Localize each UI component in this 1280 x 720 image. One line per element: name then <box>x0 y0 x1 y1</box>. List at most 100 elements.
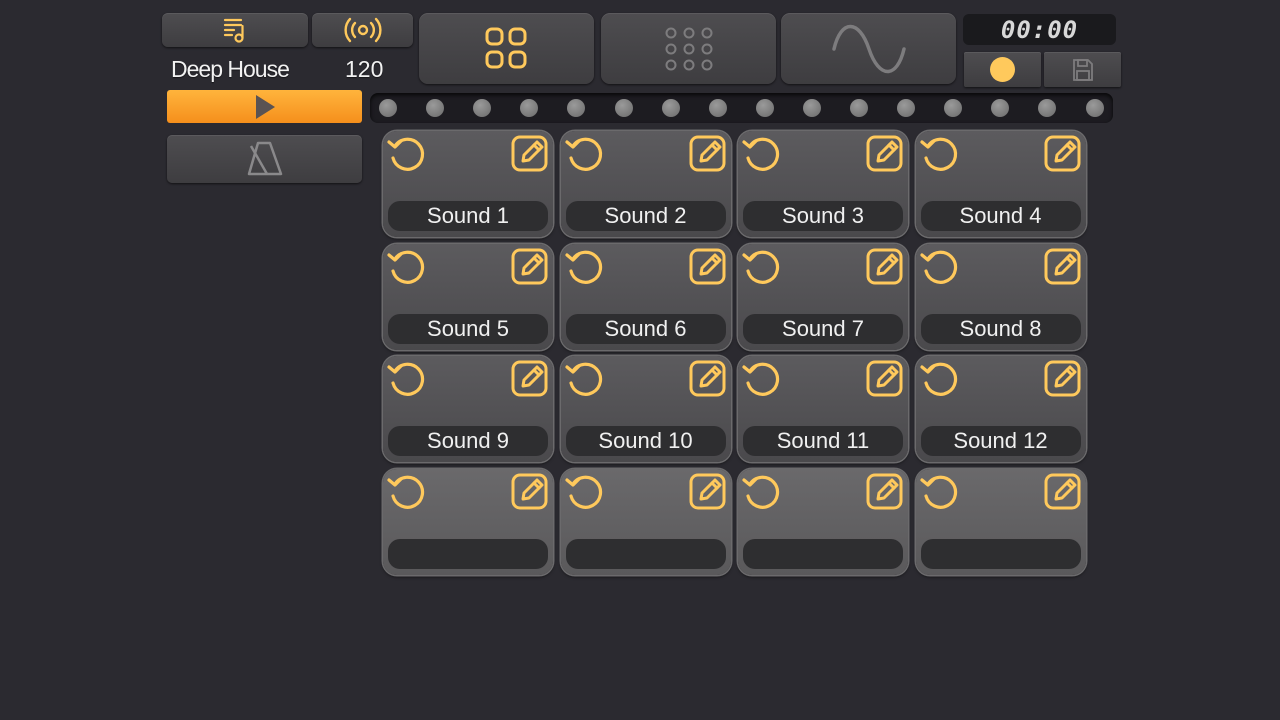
reset-icon[interactable] <box>741 247 783 292</box>
sound-pad[interactable]: Sound 9 <box>383 356 553 463</box>
reset-icon[interactable] <box>386 134 428 179</box>
sound-pad[interactable]: Sound 4 <box>915 131 1086 237</box>
step-dot <box>661 99 680 117</box>
sound-pad[interactable]: Sound 2 <box>560 131 731 237</box>
sound-pad[interactable]: Sound 1 <box>383 131 553 237</box>
pad-label: Sound 10 <box>565 426 726 457</box>
step-dot <box>708 99 727 117</box>
pad-label: Sound 8 <box>920 313 1081 344</box>
pad-label: Sound 3 <box>743 201 903 231</box>
sound-pad[interactable]: Sound 10 <box>560 356 731 463</box>
save-button[interactable] <box>1044 52 1121 87</box>
step-indicator-bar <box>370 93 1113 123</box>
pad-label: Sound 12 <box>920 426 1081 457</box>
reset-icon[interactable] <box>919 472 961 517</box>
reset-icon[interactable] <box>564 359 606 404</box>
pad-label: Sound 4 <box>920 201 1081 231</box>
project-name: Deep House <box>171 56 290 82</box>
grid-four-icon <box>485 27 526 68</box>
sound-pad[interactable] <box>560 469 731 576</box>
step-dot <box>520 99 539 117</box>
sound-pad[interactable]: Sound 12 <box>915 356 1086 463</box>
edit-icon[interactable] <box>689 134 727 177</box>
pad-label: Sound 6 <box>565 313 726 344</box>
step-dot <box>850 99 868 117</box>
reset-icon[interactable] <box>386 472 428 517</box>
edit-icon[interactable] <box>511 472 549 515</box>
reset-icon[interactable] <box>741 359 783 404</box>
grid-nine-icon <box>665 27 712 70</box>
reset-icon[interactable] <box>919 134 961 179</box>
reset-icon[interactable] <box>741 134 783 179</box>
pad-label <box>388 539 548 570</box>
edit-icon[interactable] <box>689 359 727 402</box>
edit-icon[interactable] <box>1044 134 1082 177</box>
edit-icon[interactable] <box>1044 247 1082 290</box>
step-dot <box>426 99 445 117</box>
synth-view-button[interactable] <box>781 13 956 84</box>
record-dot-icon <box>990 57 1015 82</box>
sound-pad[interactable]: Sound 7 <box>738 243 908 350</box>
reset-icon[interactable] <box>564 134 606 179</box>
edit-icon[interactable] <box>1044 472 1082 515</box>
step-dot <box>944 99 963 117</box>
pads-view-button[interactable] <box>419 13 594 84</box>
sine-wave-icon <box>831 24 906 73</box>
edit-icon[interactable] <box>689 247 727 290</box>
timer-display: 00:00 <box>963 14 1116 45</box>
step-dot <box>755 99 774 117</box>
step-dot <box>567 99 586 117</box>
pad-label: Sound 11 <box>743 426 903 457</box>
record-button[interactable] <box>964 52 1041 87</box>
step-dot <box>379 99 397 117</box>
reset-icon[interactable] <box>564 247 606 292</box>
sound-pad[interactable]: Sound 5 <box>383 243 553 350</box>
edit-icon[interactable] <box>866 472 904 515</box>
edit-icon[interactable] <box>511 247 549 290</box>
step-dot <box>1038 99 1057 117</box>
music-list-icon <box>223 18 244 43</box>
play-button[interactable] <box>167 90 362 123</box>
play-icon <box>255 94 275 119</box>
reset-icon[interactable] <box>919 359 961 404</box>
bpm-value[interactable]: 120 <box>345 56 383 83</box>
step-dot <box>897 99 916 117</box>
sound-pad[interactable]: Sound 3 <box>738 131 908 237</box>
reset-icon[interactable] <box>919 247 961 292</box>
step-dot <box>473 99 492 117</box>
metronome-button[interactable] <box>167 135 362 183</box>
reset-icon[interactable] <box>741 472 783 517</box>
playlist-button[interactable] <box>162 13 308 47</box>
sound-pad[interactable] <box>915 469 1086 576</box>
sound-pad[interactable]: Sound 8 <box>915 243 1086 350</box>
sound-pad[interactable]: Sound 11 <box>738 356 908 463</box>
pad-label: Sound 9 <box>388 426 548 457</box>
edit-icon[interactable] <box>1044 359 1082 402</box>
pad-label: Sound 5 <box>388 313 548 344</box>
pad-label <box>565 539 726 570</box>
edit-icon[interactable] <box>866 134 904 177</box>
step-dot <box>802 99 821 117</box>
pad-label <box>920 539 1081 570</box>
edit-icon[interactable] <box>866 359 904 402</box>
pad-label: Sound 2 <box>565 201 726 231</box>
floppy-disk-icon <box>1072 58 1093 81</box>
sound-pad[interactable]: Sound 6 <box>560 243 731 350</box>
sequencer-view-button[interactable] <box>601 13 776 84</box>
sound-pad[interactable] <box>383 469 553 576</box>
edit-icon[interactable] <box>511 134 549 177</box>
edit-icon[interactable] <box>689 472 727 515</box>
metronome-icon <box>247 141 282 176</box>
edit-icon[interactable] <box>511 359 549 402</box>
pad-label: Sound 7 <box>743 313 903 344</box>
pad-label: Sound 1 <box>388 201 548 231</box>
edit-icon[interactable] <box>866 247 904 290</box>
broadcast-button[interactable] <box>312 13 413 47</box>
sound-pad[interactable] <box>738 469 908 576</box>
step-dot <box>991 99 1010 117</box>
reset-icon[interactable] <box>564 472 606 517</box>
broadcast-icon <box>343 17 382 43</box>
reset-icon[interactable] <box>386 359 428 404</box>
reset-icon[interactable] <box>386 247 428 292</box>
pad-label <box>743 539 903 570</box>
